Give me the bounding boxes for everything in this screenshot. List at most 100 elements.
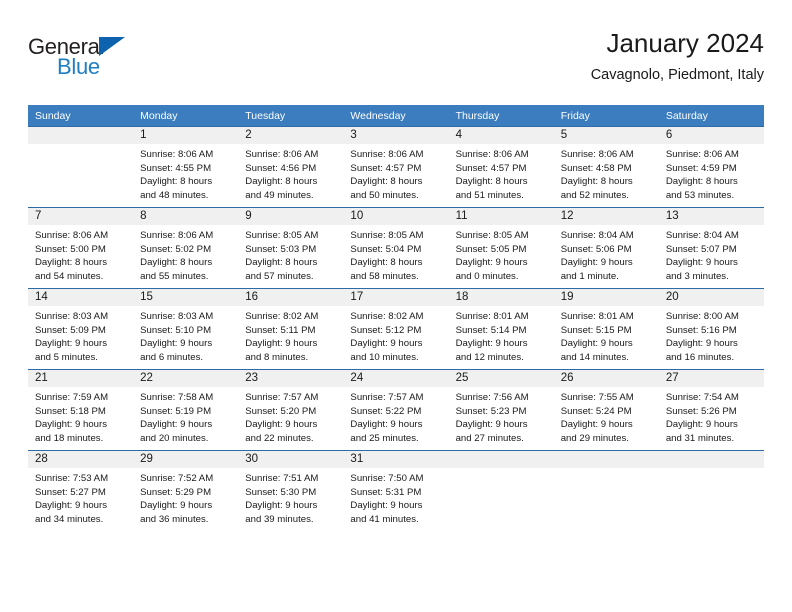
day-number: 30	[238, 451, 344, 468]
calendar-day-cell[interactable]: 1 Sunrise: 8:06 AM Sunset: 4:55 PM Daylight…	[133, 126, 239, 208]
sunrise-text: Sunrise: 7:55 AM	[560, 392, 634, 403]
calendar-day-cell[interactable]: 7 Sunrise: 8:06 AM Sunset: 5:00 PM Daylight…	[28, 207, 134, 289]
daylight-text-line1: Daylight: 9 hours	[560, 419, 633, 431]
calendar-day-cell[interactable]: 30 Sunrise: 7:51 AM Sunset: 5:30 PM Dayligh…	[238, 450, 344, 531]
day-details: Sunrise: 8:02 AM Sunset: 5:11 PM Daylight:…	[238, 306, 343, 364]
daylight-text-line1: Daylight: 9 hours	[350, 500, 423, 512]
daylight-text-line2: and 14 minutes.	[560, 351, 629, 363]
calendar-week-row: 14 Sunrise: 8:03 AM Sunset: 5:09 PM Dayligh…	[28, 288, 764, 370]
sunrise-text: Sunrise: 8:04 AM	[665, 230, 739, 241]
sunrise-text: Sunrise: 7:51 AM	[245, 473, 319, 484]
day-number: 19	[553, 289, 659, 306]
day-number	[28, 127, 134, 144]
calendar-day-cell[interactable]: 23 Sunrise: 7:57 AM Sunset: 5:20 PM Dayligh…	[238, 369, 344, 451]
calendar-day-cell[interactable]: 31 Sunrise: 7:50 AM Sunset: 5:31 PM Dayligh…	[343, 450, 449, 531]
daylight-text-line2: and 12 minutes.	[455, 351, 524, 363]
calendar-day-cell[interactable]: 17 Sunrise: 8:02 AM Sunset: 5:12 PM Dayligh…	[343, 288, 449, 370]
sunrise-text: Sunrise: 8:02 AM	[245, 311, 319, 322]
daylight-text-line2: and 41 minutes.	[350, 513, 419, 525]
calendar-day-cell[interactable]: 16 Sunrise: 8:02 AM Sunset: 5:11 PM Dayligh…	[238, 288, 344, 370]
sunrise-text: Sunrise: 8:06 AM	[560, 149, 634, 160]
sunset-text: Sunset: 5:00 PM	[35, 243, 106, 255]
calendar-day-cell[interactable]: 9 Sunrise: 8:05 AM Sunset: 5:03 PM Daylight…	[238, 207, 344, 289]
calendar-day-cell[interactable]: 13 Sunrise: 8:04 AM Sunset: 5:07 PM Dayligh…	[658, 207, 764, 289]
day-number: 17	[343, 289, 449, 306]
day-details: Sunrise: 8:06 AM Sunset: 4:59 PM Daylight:…	[659, 144, 764, 202]
sunset-text: Sunset: 4:57 PM	[350, 162, 422, 174]
sunset-text: Sunset: 5:10 PM	[140, 324, 212, 336]
daylight-text-line2: and 53 minutes.	[665, 189, 735, 201]
day-number: 18	[448, 289, 554, 306]
calendar-day-cell[interactable]: 24 Sunrise: 7:57 AM Sunset: 5:22 PM Dayligh…	[343, 369, 449, 451]
calendar-day-cell[interactable]: 22 Sunrise: 7:58 AM Sunset: 5:19 PM Dayligh…	[133, 369, 239, 451]
calendar-day-cell[interactable]: 27 Sunrise: 7:54 AM Sunset: 5:26 PM Dayligh…	[658, 369, 764, 451]
calendar-day-cell[interactable]: 19 Sunrise: 8:01 AM Sunset: 5:15 PM Dayligh…	[553, 288, 659, 370]
sunrise-text: Sunrise: 7:54 AM	[665, 392, 739, 403]
day-number: 7	[28, 208, 134, 225]
daylight-text-line1: Daylight: 9 hours	[455, 338, 528, 350]
daylight-text-line2: and 39 minutes.	[245, 513, 314, 525]
page-subtitle-location: Cavagnolo, Piedmont, Italy	[590, 67, 764, 83]
calendar-day-cell[interactable]: 3 Sunrise: 8:06 AM Sunset: 4:57 PM Daylight…	[343, 126, 449, 208]
calendar-day-cell[interactable]: 25 Sunrise: 7:56 AM Sunset: 5:23 PM Dayligh…	[448, 369, 554, 451]
calendar-week-row: 1 Sunrise: 8:06 AM Sunset: 4:55 PM Daylight…	[28, 126, 764, 208]
calendar-day-cell[interactable]: 18 Sunrise: 8:01 AM Sunset: 5:14 PM Dayligh…	[448, 288, 554, 370]
weekday-header-friday: Friday	[553, 105, 659, 127]
sunrise-text: Sunrise: 7:52 AM	[140, 473, 214, 484]
day-number: 28	[28, 451, 134, 468]
calendar-day-cell[interactable]: 26 Sunrise: 7:55 AM Sunset: 5:24 PM Dayligh…	[553, 369, 659, 451]
calendar-day-cell[interactable]: 2 Sunrise: 8:06 AM Sunset: 4:56 PM Daylight…	[238, 126, 344, 208]
calendar-day-cell[interactable]: 29 Sunrise: 7:52 AM Sunset: 5:29 PM Dayligh…	[133, 450, 239, 531]
daylight-text-line1: Daylight: 9 hours	[245, 500, 318, 512]
calendar-day-cell[interactable]: 11 Sunrise: 8:05 AM Sunset: 5:05 PM Dayligh…	[448, 207, 554, 289]
calendar-day-cell[interactable]: 28 Sunrise: 7:53 AM Sunset: 5:27 PM Dayligh…	[28, 450, 134, 531]
daylight-text-line1: Daylight: 9 hours	[245, 419, 318, 431]
day-number: 9	[238, 208, 344, 225]
day-details: Sunrise: 8:03 AM Sunset: 5:10 PM Daylight:…	[133, 306, 238, 364]
sunrise-text: Sunrise: 8:06 AM	[35, 230, 109, 241]
day-number: 21	[28, 370, 134, 387]
daylight-text-line1: Daylight: 8 hours	[245, 257, 318, 269]
day-number	[448, 451, 554, 468]
daylight-text-line2: and 20 minutes.	[140, 432, 209, 444]
daylight-text-line1: Daylight: 9 hours	[245, 338, 318, 350]
sunrise-text: Sunrise: 8:01 AM	[455, 311, 529, 322]
calendar-day-cell[interactable]: 14 Sunrise: 8:03 AM Sunset: 5:09 PM Dayligh…	[28, 288, 134, 370]
daylight-text-line2: and 29 minutes.	[560, 432, 629, 444]
calendar-day-cell[interactable]: 6 Sunrise: 8:06 AM Sunset: 4:59 PM Daylight…	[658, 126, 764, 208]
sunrise-text: Sunrise: 8:02 AM	[350, 311, 424, 322]
sunset-text: Sunset: 5:30 PM	[245, 486, 317, 498]
day-number: 6	[658, 127, 764, 144]
daylight-text-line2: and 48 minutes.	[140, 189, 209, 201]
daylight-text-line2: and 22 minutes.	[245, 432, 314, 444]
calendar-day-cell[interactable]: 20 Sunrise: 8:00 AM Sunset: 5:16 PM Dayligh…	[658, 288, 764, 370]
calendar-day-cell[interactable]: 8 Sunrise: 8:06 AM Sunset: 5:02 PM Daylight…	[133, 207, 239, 289]
daylight-text-line2: and 25 minutes.	[350, 432, 419, 444]
sunset-text: Sunset: 5:19 PM	[140, 405, 212, 417]
sunset-text: Sunset: 5:31 PM	[350, 486, 422, 498]
calendar-body: 1 Sunrise: 8:06 AM Sunset: 4:55 PM Daylight…	[28, 126, 764, 531]
calendar-day-cell-empty	[658, 450, 764, 531]
day-details: Sunrise: 8:06 AM Sunset: 4:57 PM Daylight:…	[449, 144, 554, 202]
calendar-day-cell-empty	[448, 450, 554, 531]
calendar-day-cell[interactable]: 21 Sunrise: 7:59 AM Sunset: 5:18 PM Dayligh…	[28, 369, 134, 451]
day-details: Sunrise: 7:53 AM Sunset: 5:27 PM Daylight:…	[28, 468, 133, 526]
calendar-day-cell[interactable]: 10 Sunrise: 8:05 AM Sunset: 5:04 PM Dayligh…	[343, 207, 449, 289]
sunrise-text: Sunrise: 8:05 AM	[350, 230, 424, 241]
day-number: 5	[553, 127, 659, 144]
day-details: Sunrise: 7:51 AM Sunset: 5:30 PM Daylight:…	[238, 468, 343, 526]
day-number	[658, 451, 764, 468]
calendar-day-cell[interactable]: 4 Sunrise: 8:06 AM Sunset: 4:57 PM Daylight…	[448, 126, 554, 208]
sunset-text: Sunset: 5:05 PM	[455, 243, 527, 255]
daylight-text-line2: and 51 minutes.	[455, 189, 524, 201]
calendar-day-cell[interactable]: 12 Sunrise: 8:04 AM Sunset: 5:06 PM Dayligh…	[553, 207, 659, 289]
day-details: Sunrise: 8:01 AM Sunset: 5:15 PM Daylight:…	[554, 306, 659, 364]
day-number: 29	[133, 451, 239, 468]
sunset-text: Sunset: 4:58 PM	[560, 162, 632, 174]
daylight-text-line2: and 49 minutes.	[245, 189, 314, 201]
day-number: 12	[553, 208, 659, 225]
calendar-day-cell[interactable]: 15 Sunrise: 8:03 AM Sunset: 5:10 PM Dayligh…	[133, 288, 239, 370]
day-details: Sunrise: 7:57 AM Sunset: 5:20 PM Daylight:…	[238, 387, 343, 445]
day-details: Sunrise: 8:06 AM Sunset: 5:00 PM Daylight:…	[28, 225, 133, 283]
calendar-day-cell[interactable]: 5 Sunrise: 8:06 AM Sunset: 4:58 PM Daylight…	[553, 126, 659, 208]
